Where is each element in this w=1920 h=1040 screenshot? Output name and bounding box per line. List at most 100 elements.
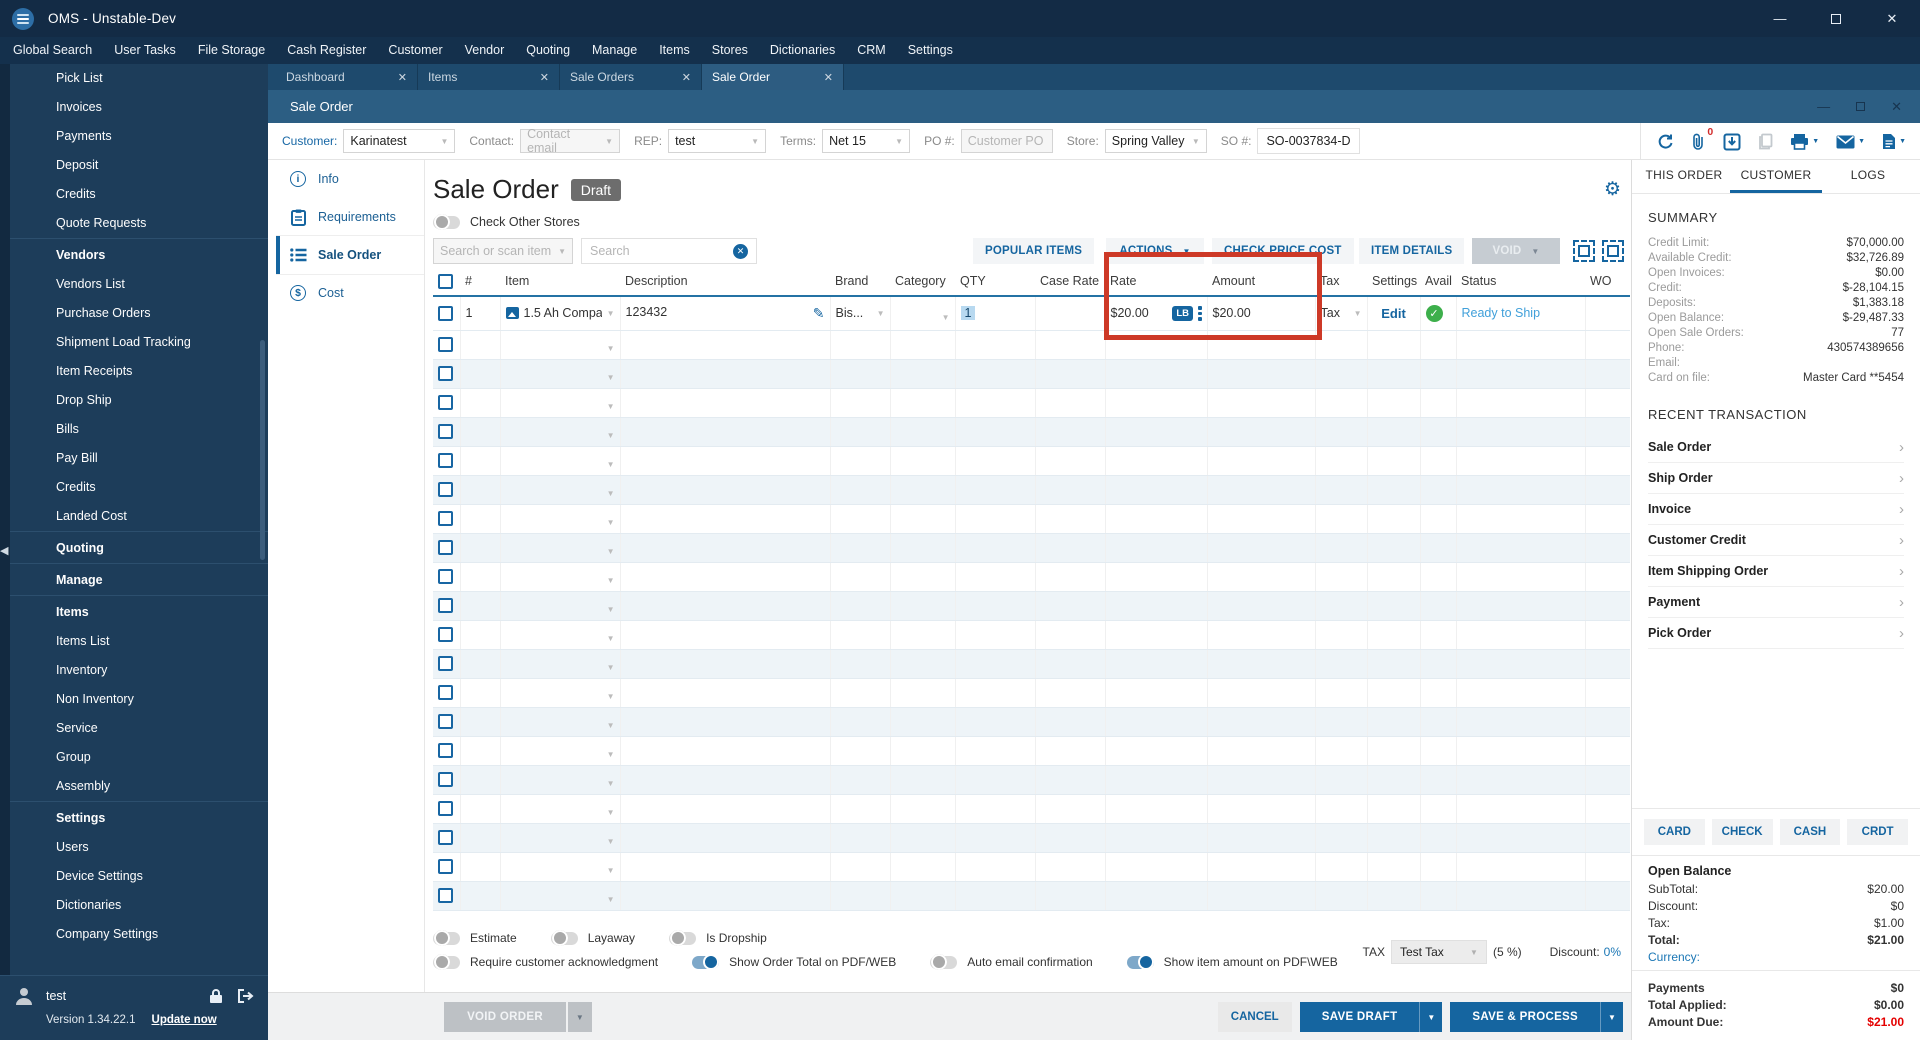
item-select-caret[interactable]: ▼: [607, 344, 615, 353]
menu-item[interactable]: File Storage: [187, 37, 276, 64]
check-other-stores-toggle[interactable]: [433, 216, 460, 229]
row-checkbox[interactable]: [438, 337, 453, 352]
row-checkbox[interactable]: [438, 801, 453, 816]
terms-select[interactable]: Net 15 ▼: [822, 129, 910, 153]
transaction-item[interactable]: Invoice ›: [1648, 494, 1904, 525]
chevron-down-icon[interactable]: ▼: [1899, 138, 1906, 145]
tax-select[interactable]: Tax ▼: [1321, 306, 1362, 320]
item-select-caret[interactable]: ▼: [607, 808, 615, 817]
toggle-switch[interactable]: [669, 932, 696, 945]
sidebar-item[interactable]: Shipment Load Tracking: [10, 328, 268, 357]
item-select-caret[interactable]: ▼: [607, 895, 615, 904]
inner-restore-icon[interactable]: [1856, 102, 1865, 111]
amount-value[interactable]: $20.00: [1207, 296, 1315, 330]
close-window-icon[interactable]: ✕: [1864, 0, 1920, 37]
sidebar-item[interactable]: Settings: [10, 801, 268, 833]
item-select-caret[interactable]: ▼: [607, 431, 615, 440]
menu-item[interactable]: Global Search: [2, 37, 103, 64]
currency-link[interactable]: Currency:: [1648, 948, 1904, 964]
customer-select[interactable]: Karinatest ▼: [343, 129, 455, 153]
sidebar-item[interactable]: Pay Bill: [10, 444, 268, 473]
sidebar-item[interactable]: Item Receipts: [10, 357, 268, 386]
qty-input[interactable]: 1: [961, 306, 976, 320]
contact-select[interactable]: Contact email ▼: [520, 129, 620, 153]
row-checkbox[interactable]: [438, 366, 453, 381]
menu-item[interactable]: Dictionaries: [759, 37, 846, 64]
item-search-type-select[interactable]: Search or scan item ▼: [433, 238, 573, 264]
toggle-switch[interactable]: [433, 956, 460, 969]
logout-icon[interactable]: [237, 988, 254, 1004]
chevron-down-icon[interactable]: ▼: [1812, 138, 1819, 145]
maximize-window-icon[interactable]: [1808, 0, 1864, 37]
sidebar-item[interactable]: Quoting: [10, 531, 268, 563]
transaction-item[interactable]: Customer Credit ›: [1648, 525, 1904, 556]
transaction-item[interactable]: Payment ›: [1648, 587, 1904, 618]
sidebar-item[interactable]: Items List: [10, 627, 268, 656]
gear-icon[interactable]: ⚙: [1604, 178, 1621, 201]
item-select-caret[interactable]: ▼: [607, 837, 615, 846]
item-select[interactable]: 1.5 Ah Compa ▼: [506, 306, 615, 320]
edit-description-icon[interactable]: ✎: [813, 305, 825, 322]
side-panel-tab[interactable]: THIS ORDER: [1638, 160, 1730, 193]
minimize-window-icon[interactable]: —: [1752, 0, 1808, 37]
toggle-switch[interactable]: [692, 956, 719, 969]
document-tab[interactable]: Dashboard ✕: [276, 64, 418, 90]
row-checkbox[interactable]: [438, 306, 453, 321]
sidebar-item[interactable]: Dictionaries: [10, 891, 268, 920]
item-select-caret[interactable]: ▼: [607, 663, 615, 672]
row-checkbox[interactable]: [438, 540, 453, 555]
sidebar-item[interactable]: Payments: [10, 122, 268, 151]
option-toggle-item[interactable]: Show Order Total on PDF/WEB: [692, 955, 896, 969]
item-select-caret[interactable]: ▼: [607, 402, 615, 411]
item-select-caret[interactable]: ▼: [607, 779, 615, 788]
item-select-caret[interactable]: ▼: [607, 576, 615, 585]
item-select-caret[interactable]: ▼: [607, 489, 615, 498]
row-checkbox[interactable]: [438, 714, 453, 729]
sidebar-item[interactable]: Credits: [10, 473, 268, 502]
po-input[interactable]: Customer PO: [961, 129, 1053, 153]
sidebar-item[interactable]: Assembly: [10, 772, 268, 801]
rep-select[interactable]: test ▼: [668, 129, 766, 153]
side-panel-tab[interactable]: LOGS: [1822, 160, 1914, 193]
section-tab-cost[interactable]: $ Cost: [276, 274, 424, 312]
close-tab-icon[interactable]: ✕: [540, 71, 549, 84]
sidebar-item[interactable]: Drop Ship: [10, 386, 268, 415]
save-process-button[interactable]: SAVE & PROCESS ▼: [1450, 1002, 1623, 1032]
sidebar-item[interactable]: Manage: [10, 563, 268, 595]
sidebar-item[interactable]: Vendors List: [10, 270, 268, 299]
item-select-caret[interactable]: ▼: [607, 866, 615, 875]
chevron-down-icon[interactable]: ▼: [1419, 1002, 1442, 1032]
row-checkbox[interactable]: [438, 859, 453, 874]
actions-button[interactable]: ACTIONS ▼: [1106, 238, 1204, 264]
cancel-button[interactable]: CANCEL: [1218, 1002, 1292, 1032]
item-details-button[interactable]: ITEM DETAILS: [1359, 238, 1464, 264]
item-select-caret[interactable]: ▼: [607, 721, 615, 730]
item-description[interactable]: 123432: [626, 305, 668, 319]
document-tab[interactable]: Items ✕: [418, 64, 560, 90]
close-tab-icon[interactable]: ✕: [824, 71, 833, 84]
section-tab-requirements[interactable]: Requirements: [276, 198, 424, 236]
menu-item[interactable]: Manage: [581, 37, 648, 64]
menu-item[interactable]: Settings: [897, 37, 964, 64]
inner-close-icon[interactable]: ✕: [1891, 99, 1902, 115]
sidebar-item[interactable]: Non Inventory: [10, 685, 268, 714]
email-icon[interactable]: ▼: [1836, 135, 1865, 149]
sidebar-item[interactable]: Landed Cost: [10, 502, 268, 531]
sidebar-item[interactable]: Pick List: [10, 64, 268, 93]
menu-item[interactable]: Quoting: [515, 37, 581, 64]
row-checkbox[interactable]: [438, 424, 453, 439]
rate-value[interactable]: $20.00: [1111, 306, 1149, 320]
section-tab-sale-order[interactable]: Sale Order: [276, 236, 424, 274]
item-select-caret[interactable]: ▼: [607, 634, 615, 643]
row-checkbox[interactable]: [438, 395, 453, 410]
row-checkbox[interactable]: [438, 627, 453, 642]
tax-select[interactable]: Test Tax ▼: [1391, 940, 1487, 964]
transaction-item[interactable]: Pick Order ›: [1648, 618, 1904, 649]
menu-item[interactable]: Vendor: [454, 37, 516, 64]
clear-search-icon[interactable]: ✕: [733, 244, 748, 259]
toggle-switch[interactable]: [930, 956, 957, 969]
row-checkbox[interactable]: [438, 888, 453, 903]
row-checkbox[interactable]: [438, 743, 453, 758]
sidebar-item[interactable]: Inventory: [10, 656, 268, 685]
row-checkbox[interactable]: [438, 772, 453, 787]
